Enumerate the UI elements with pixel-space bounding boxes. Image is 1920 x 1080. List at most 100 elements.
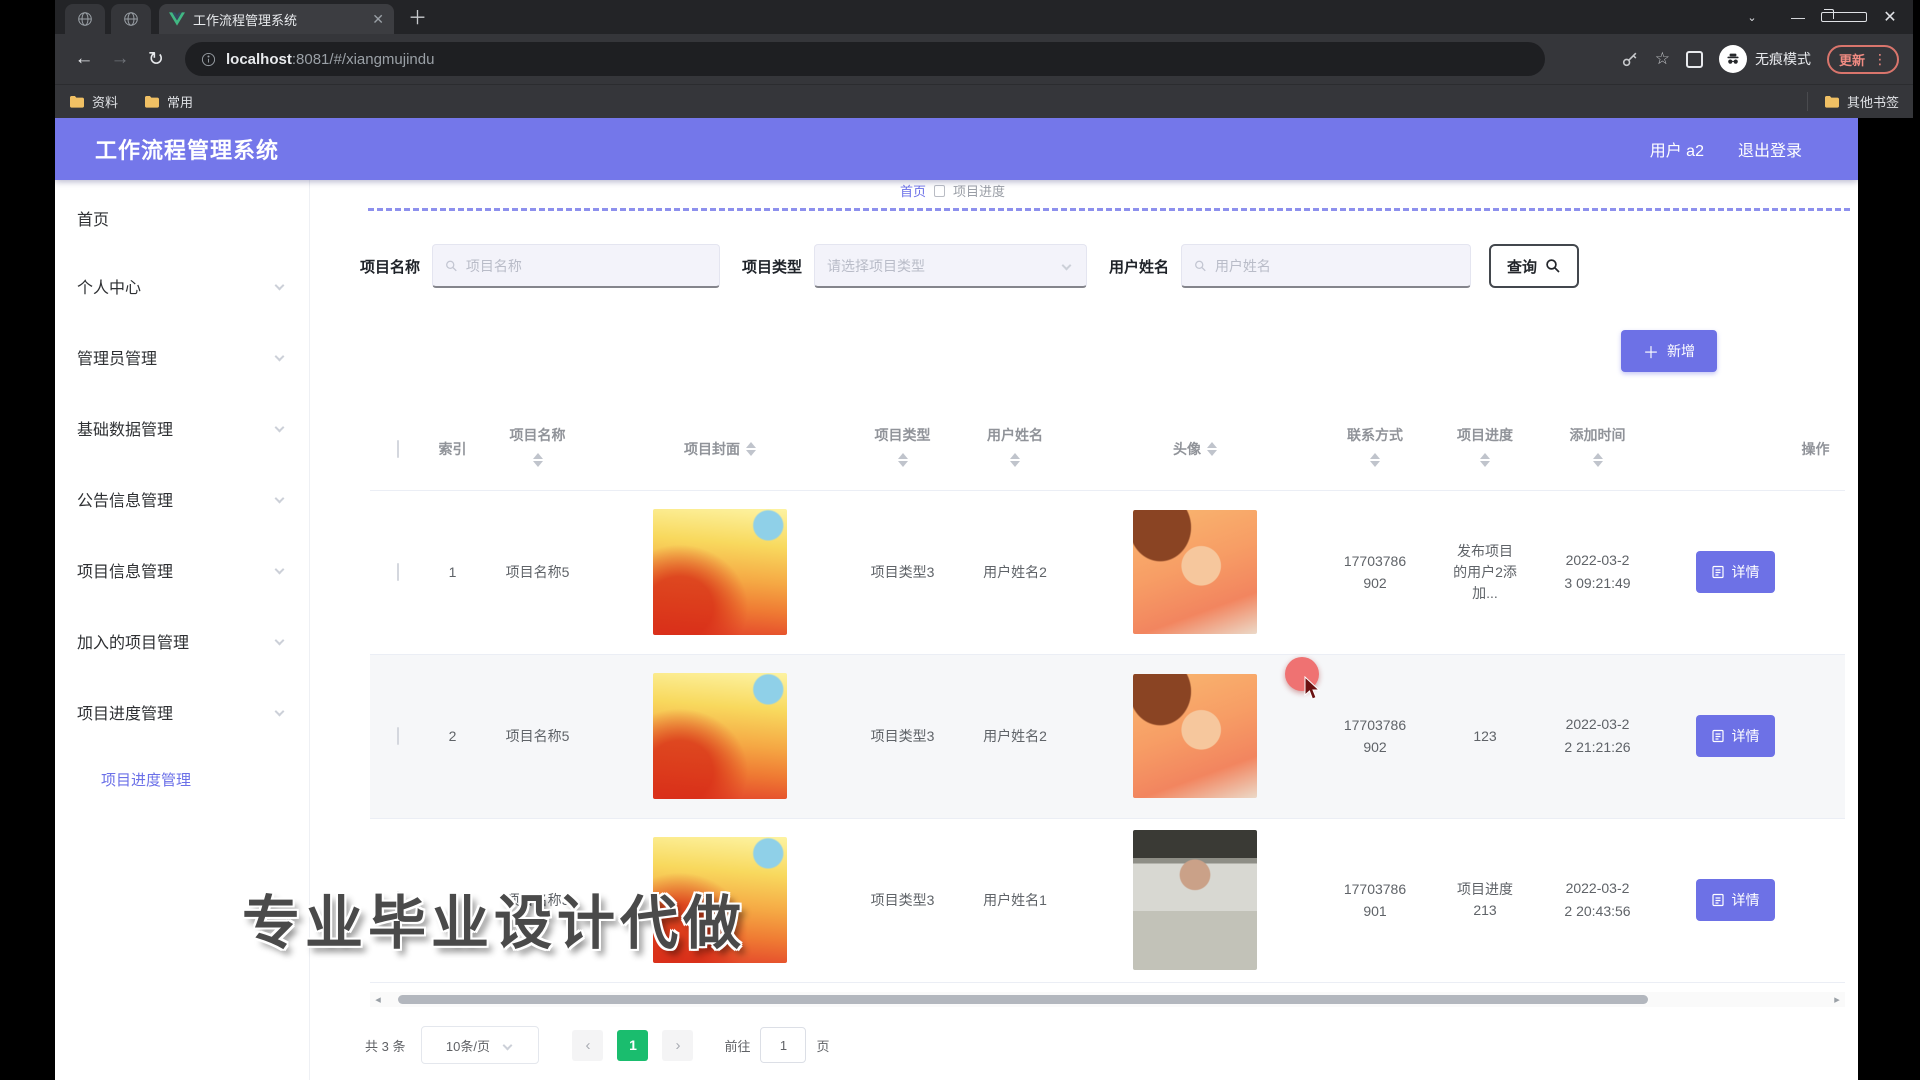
reload-button[interactable]: ↻	[141, 48, 171, 71]
password-key-icon[interactable]	[1621, 50, 1639, 68]
sidebar-item-notice-mgmt[interactable]: 公告信息管理	[55, 463, 309, 534]
column-header-name[interactable]: 项目名称	[480, 408, 595, 490]
cell-avatar[interactable]	[1070, 818, 1320, 982]
column-header-avatar[interactable]: 头像	[1070, 408, 1320, 490]
sort-icon[interactable]	[1010, 448, 1020, 472]
current-page-button[interactable]: 1	[617, 1030, 648, 1061]
checkbox[interactable]	[397, 440, 399, 458]
incognito-badge: 无痕模式	[1719, 45, 1811, 73]
cell-checkbox[interactable]	[370, 654, 425, 818]
sidebar-item-base-data-mgmt[interactable]: 基础数据管理	[55, 392, 309, 463]
breadcrumb-home-link[interactable]: 首页	[900, 181, 926, 200]
sidebar-subitem-project-progress-active[interactable]: 项目进度管理	[55, 747, 309, 811]
browser-update-button[interactable]: 更新 ⋮	[1827, 45, 1899, 74]
prev-page-button[interactable]: ‹	[572, 1030, 603, 1061]
back-button[interactable]: ←	[69, 48, 99, 70]
sidebar-item-personal-center[interactable]: 个人中心	[55, 250, 309, 321]
sidebar-item-project-progress-mgmt[interactable]: 项目进度管理	[55, 676, 309, 747]
user-avatar-image[interactable]	[1133, 510, 1257, 634]
sort-icon[interactable]	[1207, 437, 1217, 461]
column-header-time[interactable]: 添加时间	[1540, 408, 1655, 490]
cell-cover[interactable]	[595, 490, 845, 654]
cell-checkbox[interactable]	[370, 490, 425, 654]
pinned-tab-1[interactable]	[65, 4, 105, 34]
tab-search-icon[interactable]: ⌄	[1729, 11, 1775, 24]
folder-icon	[1824, 95, 1840, 108]
scroll-right-icon[interactable]: ▸	[1829, 993, 1845, 1006]
user-avatar-image[interactable]	[1133, 830, 1257, 970]
cell-avatar[interactable]	[1070, 654, 1320, 818]
address-bar-actions: ☆ 无痕模式 更新 ⋮	[1621, 45, 1899, 74]
checkbox[interactable]	[397, 891, 399, 909]
active-tab[interactable]: 工作流程管理系统 ✕	[159, 4, 394, 34]
cell-progress: 项目进度213	[1430, 818, 1540, 982]
project-cover-image[interactable]	[653, 837, 787, 963]
column-header-type[interactable]: 项目类型	[845, 408, 960, 490]
scrollbar-thumb[interactable]	[398, 995, 1648, 1004]
detail-button[interactable]: 详情	[1696, 551, 1775, 593]
project-cover-image[interactable]	[653, 673, 787, 799]
restore-button[interactable]	[1821, 9, 1867, 25]
browser-chrome: 工作流程管理系统 ✕ ＋ ⌄ — ✕ ← → ↻ localhost:8081/…	[55, 0, 1913, 118]
checkbox[interactable]	[397, 727, 399, 745]
side-panel-icon[interactable]	[1686, 51, 1703, 68]
search-name-input[interactable]	[466, 258, 707, 274]
column-header-progress[interactable]: 项目进度	[1430, 408, 1540, 490]
sort-icon[interactable]	[1593, 448, 1603, 472]
url-host: localhost	[226, 51, 292, 68]
tab-close-icon[interactable]: ✕	[372, 11, 384, 28]
horizontal-scrollbar[interactable]: ◂ ▸	[370, 992, 1845, 1007]
info-icon[interactable]	[201, 52, 216, 67]
minimize-button[interactable]: —	[1775, 9, 1821, 25]
search-type-select[interactable]: 请选择项目类型	[814, 244, 1087, 288]
scrollbar-track[interactable]	[386, 992, 1829, 1007]
sidebar-item-admin-mgmt[interactable]: 管理员管理	[55, 321, 309, 392]
checkbox[interactable]	[397, 563, 399, 581]
sort-icon[interactable]	[1480, 448, 1490, 472]
select-all-header[interactable]	[370, 408, 425, 490]
query-button[interactable]: 查询	[1489, 244, 1579, 288]
cell-cover[interactable]	[595, 654, 845, 818]
search-user-field[interactable]	[1181, 244, 1471, 288]
column-header-cover[interactable]: 项目封面	[595, 408, 845, 490]
close-button[interactable]: ✕	[1867, 7, 1913, 27]
bookmark-folder-2[interactable]: 常用	[144, 92, 193, 111]
cell-avatar[interactable]	[1070, 490, 1320, 654]
sort-icon[interactable]	[746, 437, 756, 461]
cell-phone: 17703786902	[1320, 654, 1430, 818]
new-tab-button[interactable]: ＋	[408, 3, 427, 30]
page-size-select[interactable]: 10条/页	[421, 1026, 539, 1064]
search-name-label: 项目名称	[360, 256, 420, 277]
sidebar-item-home[interactable]: 首页	[55, 186, 309, 250]
logout-link[interactable]: 退出登录	[1738, 137, 1802, 161]
project-cover-image[interactable]	[653, 509, 787, 635]
search-type-label: 项目类型	[742, 256, 802, 277]
scroll-left-icon[interactable]: ◂	[370, 993, 386, 1006]
cell-checkbox[interactable]	[370, 818, 425, 982]
search-name-field[interactable]	[432, 244, 720, 288]
sort-icon[interactable]	[533, 448, 543, 472]
sidebar-item-joined-project-mgmt[interactable]: 加入的项目管理	[55, 605, 309, 676]
url-omnibox[interactable]: localhost:8081/#/xiangmujindu	[185, 42, 1545, 76]
cell-cover[interactable]	[595, 818, 845, 982]
add-button[interactable]: ＋ 新增	[1621, 330, 1717, 372]
bookmark-folder-1[interactable]: 资料	[69, 92, 118, 111]
goto-page-input[interactable]: 1	[760, 1027, 806, 1063]
next-page-button[interactable]: ›	[662, 1030, 693, 1061]
sort-icon[interactable]	[1370, 448, 1380, 472]
search-user-input[interactable]	[1215, 258, 1458, 274]
forward-button[interactable]: →	[105, 48, 135, 70]
other-bookmarks[interactable]: 其他书签	[1807, 92, 1899, 111]
column-header-user[interactable]: 用户姓名	[960, 408, 1070, 490]
bookmark-star-icon[interactable]: ☆	[1655, 49, 1670, 69]
detail-button[interactable]: 详情	[1696, 715, 1775, 757]
sort-icon[interactable]	[898, 448, 908, 472]
pinned-tab-2[interactable]	[111, 4, 151, 34]
sidebar-item-project-info-mgmt[interactable]: 项目信息管理	[55, 534, 309, 605]
globe-icon	[123, 11, 139, 27]
user-avatar-image[interactable]	[1133, 674, 1257, 798]
detail-button[interactable]: 详情	[1696, 879, 1775, 921]
vue-logo-icon	[169, 12, 185, 26]
menu-dots-icon[interactable]: ⋮	[1873, 51, 1887, 68]
column-header-phone[interactable]: 联系方式	[1320, 408, 1430, 490]
